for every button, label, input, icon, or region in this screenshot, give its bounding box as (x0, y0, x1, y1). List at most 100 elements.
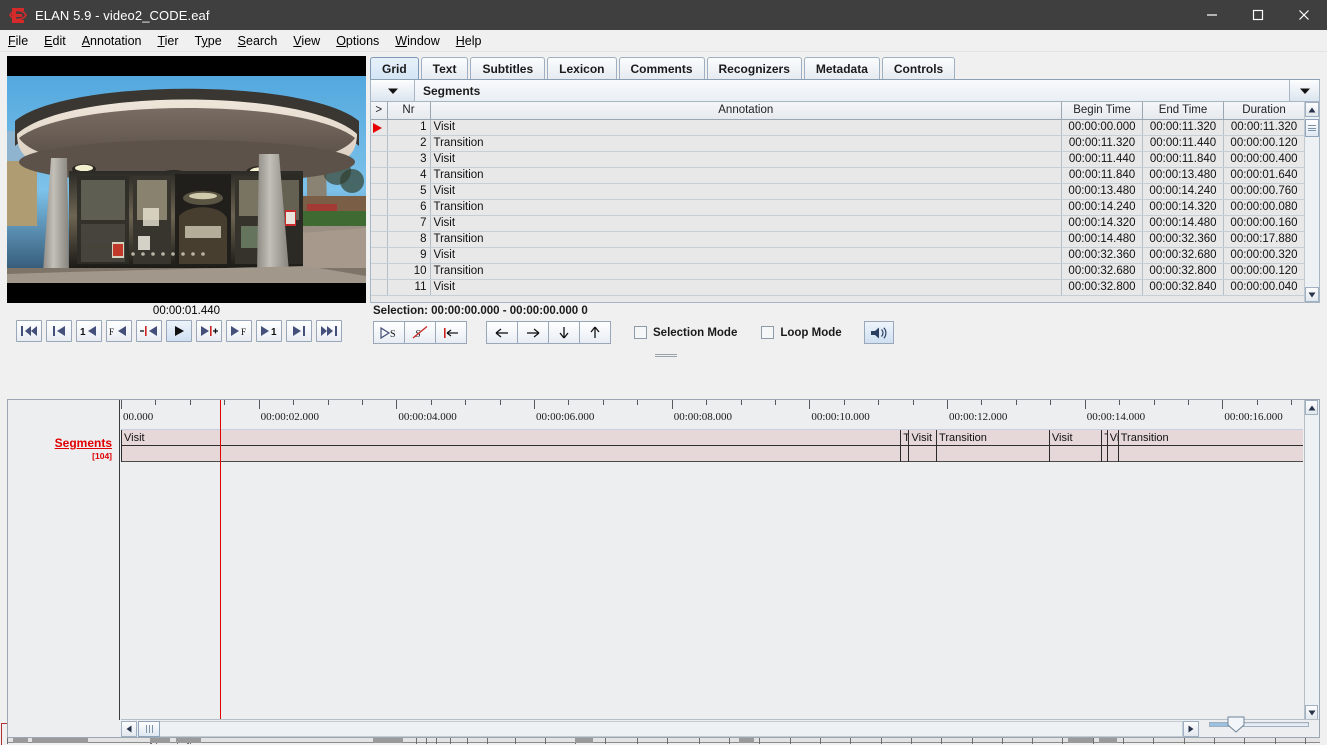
maximize-button[interactable] (1235, 0, 1281, 30)
tab-text[interactable]: Text (420, 57, 469, 79)
cell-duration[interactable]: 00:00:00.760 (1223, 183, 1305, 200)
timeline-zoom-slider[interactable] (1209, 715, 1309, 733)
scroll-down-arrow-icon[interactable] (1305, 287, 1319, 302)
next-selection-boundary-button[interactable] (196, 320, 222, 342)
timeline-horizontal-scrollbar[interactable] (121, 719, 1319, 737)
table-row[interactable]: 6 Transition 00:00:14.240 00:00:14.320 00:00… (371, 199, 1305, 216)
table-row[interactable]: 3 Visit 00:00:11.440 00:00:11.840 00:00:00.4… (371, 151, 1305, 168)
menu-search[interactable]: Search (230, 32, 286, 50)
table-row[interactable]: 7 Visit 00:00:14.320 00:00:14.480 00:00:00.1… (371, 215, 1305, 232)
go-to-end-button[interactable] (316, 320, 342, 342)
cell-nr[interactable]: 5 (387, 183, 431, 200)
timeline-scroll-up-arrow-icon[interactable] (1305, 400, 1318, 415)
cell-duration[interactable]: 00:00:00.400 (1223, 151, 1305, 168)
next-scroll-view-button[interactable] (286, 320, 312, 342)
cell-annotation[interactable]: Transition (430, 135, 1062, 152)
play-pause-button[interactable] (166, 320, 192, 342)
row-play-marker[interactable] (371, 151, 388, 168)
cell-duration[interactable]: 00:00:00.320 (1223, 247, 1305, 264)
menu-edit[interactable]: Edit (36, 32, 74, 50)
timeline-segment[interactable]: Visit (1106, 430, 1118, 462)
table-row[interactable]: 8 Transition 00:00:14.480 00:00:32.360 00:00… (371, 231, 1305, 248)
annotation-above-button[interactable] (579, 321, 611, 344)
menu-window[interactable]: Window (387, 32, 447, 50)
cell-end-time[interactable]: 00:00:32.800 (1142, 263, 1224, 280)
cell-end-time[interactable]: 00:00:14.320 (1142, 199, 1224, 216)
scroll-up-arrow-icon[interactable] (1305, 102, 1319, 117)
tier-label-segments[interactable]: Segments [104] (55, 436, 112, 461)
row-play-marker[interactable] (371, 231, 388, 248)
cell-annotation[interactable]: Visit (430, 279, 1062, 296)
timeline-segment[interactable]: Visit (1048, 430, 1101, 462)
clear-selection-button[interactable]: S (404, 321, 436, 344)
annotation-below-button[interactable] (548, 321, 580, 344)
previous-selection-boundary-button[interactable] (136, 320, 162, 342)
cell-annotation[interactable]: Visit (430, 183, 1062, 200)
cell-duration[interactable]: 00:00:00.040 (1223, 279, 1305, 296)
cell-begin-time[interactable]: 00:00:11.440 (1061, 151, 1143, 168)
cell-begin-time[interactable]: 00:00:00.000 (1061, 119, 1143, 136)
loop-mode-checkbox-box[interactable] (761, 326, 775, 339)
next-annotation-button[interactable] (517, 321, 549, 344)
column-header-end-time[interactable]: End Time (1142, 102, 1224, 120)
cell-begin-time[interactable]: 00:00:32.800 (1061, 279, 1143, 296)
cell-annotation[interactable]: Visit (430, 119, 1062, 136)
time-ruler[interactable]: 00.000 00:00:02.000 00:00:04.000 00:00:06.0… (121, 400, 1303, 430)
play-selection-button[interactable]: S (373, 321, 405, 344)
cell-nr[interactable]: 9 (387, 247, 431, 264)
tab-lexicon[interactable]: Lexicon (547, 57, 617, 79)
row-play-marker[interactable] (371, 215, 388, 232)
timeline-segment[interactable]: Transition (900, 430, 908, 462)
table-row[interactable]: 4 Transition 00:00:11.840 00:00:13.480 00:00… (371, 167, 1305, 184)
cell-annotation[interactable]: Transition (430, 231, 1062, 248)
cell-begin-time[interactable]: 00:00:14.240 (1061, 199, 1143, 216)
go-to-begin-button[interactable] (16, 320, 42, 342)
hscroll-left-arrow-icon[interactable] (121, 720, 137, 737)
cell-annotation[interactable]: Transition (430, 167, 1062, 184)
close-button[interactable] (1281, 0, 1327, 30)
previous-annotation-button[interactable] (486, 321, 518, 344)
cell-end-time[interactable]: 00:00:14.480 (1142, 215, 1224, 232)
tab-grid[interactable]: Grid (370, 57, 419, 79)
column-header-nr[interactable]: Nr (387, 102, 431, 120)
cell-duration[interactable]: 00:00:00.160 (1223, 215, 1305, 232)
cell-nr[interactable]: 8 (387, 231, 431, 248)
cell-nr[interactable]: 7 (387, 215, 431, 232)
selection-mode-checkbox[interactable]: Selection Mode (634, 326, 737, 339)
zoom-slider-thumb[interactable] (1227, 716, 1245, 738)
hscroll-track[interactable] (160, 720, 1183, 737)
cell-end-time[interactable]: 00:00:32.840 (1142, 279, 1224, 296)
tab-comments[interactable]: Comments (618, 57, 705, 79)
hscroll-right-arrow-icon[interactable] (1183, 720, 1199, 737)
cell-end-time[interactable]: 00:00:11.840 (1142, 151, 1224, 168)
minimize-button[interactable] (1189, 0, 1235, 30)
cell-duration[interactable]: 00:00:11.320 (1223, 119, 1305, 136)
cell-end-time[interactable]: 00:00:32.680 (1142, 247, 1224, 264)
cell-begin-time[interactable]: 00:00:14.480 (1061, 231, 1143, 248)
column-header-duration[interactable]: Duration (1223, 102, 1305, 120)
row-play-marker[interactable] (371, 199, 388, 216)
row-play-marker[interactable] (371, 183, 388, 200)
cell-nr[interactable]: 10 (387, 263, 431, 280)
cell-begin-time[interactable]: 00:00:14.320 (1061, 215, 1143, 232)
selection-to-crosshair-button[interactable] (435, 321, 467, 344)
column-header-marker[interactable]: > (371, 102, 388, 120)
annotation-density-viewer[interactable] (0, 360, 1327, 745)
table-row[interactable]: 5 Visit 00:00:13.480 00:00:14.240 00:00:00.7… (371, 183, 1305, 200)
previous-second-button[interactable]: 1 (76, 320, 102, 342)
table-row[interactable]: 2 Transition 00:00:11.320 00:00:11.440 00:00… (371, 135, 1305, 152)
menu-tier[interactable]: Tier (149, 32, 186, 50)
cell-begin-time[interactable]: 00:00:13.480 (1061, 183, 1143, 200)
tab-metadata[interactable]: Metadata (803, 57, 880, 79)
timeline-segment[interactable]: Transition (936, 430, 1049, 462)
tab-controls[interactable]: Controls (881, 57, 956, 79)
cell-annotation[interactable]: Visit (430, 151, 1062, 168)
row-play-marker[interactable] (371, 119, 388, 136)
grid-scroll-thumb[interactable] (1305, 119, 1319, 137)
grid-options-dropdown-button[interactable] (1289, 80, 1319, 101)
cell-nr[interactable]: 4 (387, 167, 431, 184)
table-row[interactable]: 1 Visit 00:00:00.000 00:00:11.320 00:00:11.3… (371, 119, 1305, 136)
cell-annotation[interactable]: Visit (430, 247, 1062, 264)
cell-nr[interactable]: 2 (387, 135, 431, 152)
timeline-segment[interactable]: Transition (1117, 430, 1303, 462)
